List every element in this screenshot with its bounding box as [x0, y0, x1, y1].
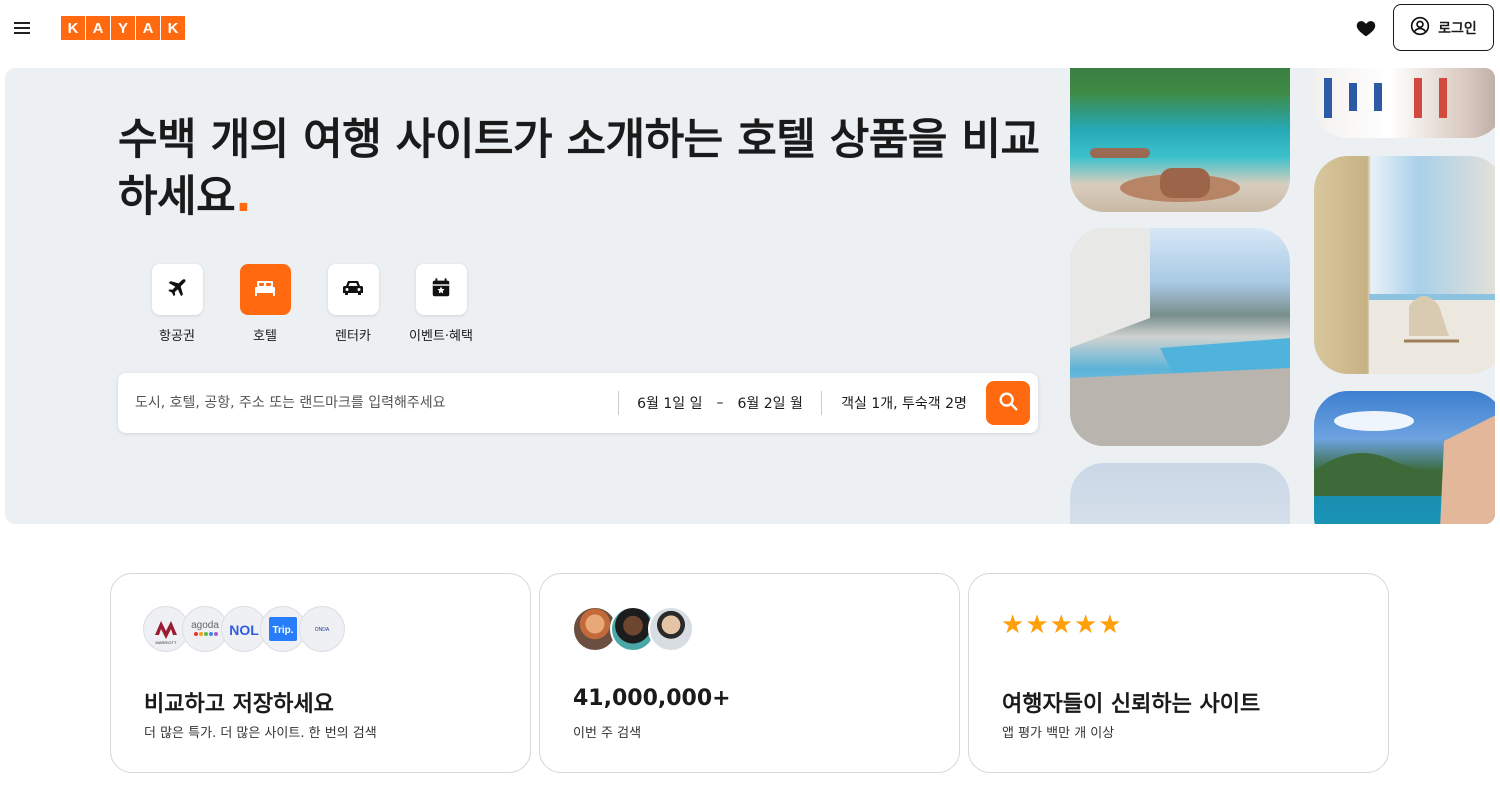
partner-logos: MARRIOTT agoda NOL Trip. ONDA — [143, 606, 345, 652]
top-header: K A Y A K 로그인 — [0, 0, 1500, 62]
coastal-photo — [1314, 391, 1495, 524]
login-button[interactable]: 로그인 — [1393, 4, 1494, 51]
login-label: 로그인 — [1438, 20, 1477, 37]
destination-input[interactable] — [118, 373, 618, 433]
guests-label: 객실 1개, 투숙객 2명 — [841, 396, 967, 412]
terrace-photo — [1314, 156, 1495, 374]
vertical-tabs: 항공권 호텔 렌터카 이벤트·혜택 — [133, 264, 485, 344]
guests-selector[interactable]: 객실 1개, 투숙객 2명 — [822, 373, 986, 433]
logo-letter: K — [161, 16, 185, 40]
car-icon — [341, 278, 365, 302]
logo-letter: A — [136, 16, 160, 40]
tab-label: 호텔 — [253, 329, 277, 344]
hamburger-menu-icon[interactable] — [12, 17, 34, 39]
nol-logo-text: NOL — [229, 622, 259, 638]
logo-letter: A — [86, 16, 110, 40]
trip-logo-text: Trip. — [272, 625, 293, 636]
white-village-photo — [1314, 68, 1495, 138]
user-avatars — [572, 606, 694, 652]
feature-title: 비교하고 저장하세요 — [144, 692, 334, 717]
star-icon: ★ — [1049, 610, 1073, 640]
tab-label: 항공권 — [159, 329, 195, 344]
heart-icon[interactable] — [1355, 17, 1377, 39]
tab-hotels[interactable]: 호텔 — [221, 264, 309, 344]
bed-icon — [253, 278, 277, 302]
feature-card-trusted: ★ ★ ★ ★ ★ 여행자들이 신뢰하는 사이트 앱 평가 백만 개 이상 — [968, 573, 1389, 773]
tab-icon-box — [239, 264, 291, 315]
hotel-pool-photo — [1070, 68, 1290, 212]
tab-cars[interactable]: 렌터카 — [309, 264, 397, 344]
avatar — [648, 606, 694, 652]
tab-label: 이벤트·혜택 — [409, 329, 473, 344]
tab-events[interactable]: 이벤트·혜택 — [397, 264, 485, 344]
onda-logo: ONDA — [299, 606, 345, 652]
checkin-date: 6월 1일 일 — [637, 396, 703, 412]
search-button[interactable] — [986, 381, 1030, 425]
tab-icon-box — [327, 264, 379, 315]
checkout-date: 6월 2일 월 — [737, 396, 803, 412]
feature-title: 41,000,000+ — [573, 686, 731, 711]
tab-icon-box — [151, 264, 203, 315]
feature-subtitle: 더 많은 특가. 더 많은 사이트. 한 번의 검색 — [144, 726, 377, 741]
feature-subtitle: 이번 주 검색 — [573, 726, 642, 741]
feature-title: 여행자들이 신뢰하는 사이트 — [1002, 692, 1261, 717]
user-circle-icon — [1410, 16, 1430, 40]
tab-flights[interactable]: 항공권 — [133, 264, 221, 344]
star-icon: ★ — [1025, 610, 1049, 640]
airplane-icon — [166, 277, 188, 303]
feature-card-searches: 41,000,000+ 이번 주 검색 — [539, 573, 960, 773]
feature-card-compare: MARRIOTT agoda NOL Trip. ONDA 비교하고 저장하세요… — [110, 573, 531, 773]
villa-pool-photo — [1070, 228, 1290, 446]
marriott-logo-text: MARRIOTT — [156, 640, 177, 645]
logo-letter: K — [61, 16, 85, 40]
onda-logo-text: ONDA — [315, 627, 330, 633]
feature-subtitle: 앱 평가 백만 개 이상 — [1002, 726, 1115, 741]
kayak-logo[interactable]: K A Y A K — [61, 16, 185, 40]
calendar-star-icon — [430, 277, 452, 303]
hero-title-text: 수백 개의 여행 사이트가 소개하는 호텔 상품을 비교하세요 — [118, 115, 1040, 222]
search-icon — [997, 390, 1019, 416]
hero-section: 수백 개의 여행 사이트가 소개하는 호텔 상품을 비교하세요. 항공권 호텔 — [5, 68, 1495, 524]
date-range-picker[interactable]: 6월 1일 일 – 6월 2일 월 — [619, 373, 821, 433]
logo-letter: Y — [111, 16, 135, 40]
rating-stars: ★ ★ ★ ★ ★ — [1001, 612, 1122, 638]
star-icon: ★ — [1001, 610, 1025, 640]
agoda-logo-text: agoda — [191, 620, 219, 631]
hotel-search-form: 6월 1일 일 – 6월 2일 월 객실 1개, 투숙객 2명 — [118, 373, 1038, 433]
star-icon: ★ — [1073, 610, 1098, 640]
resort-photo — [1070, 463, 1290, 524]
tab-label: 렌터카 — [335, 329, 371, 344]
hero-title: 수백 개의 여행 사이트가 소개하는 호텔 상품을 비교하세요. — [118, 112, 1048, 226]
star-icon: ★ — [1098, 610, 1122, 640]
hero-title-dot: . — [235, 172, 252, 222]
tab-icon-box — [415, 264, 467, 315]
date-separator: – — [716, 395, 724, 411]
